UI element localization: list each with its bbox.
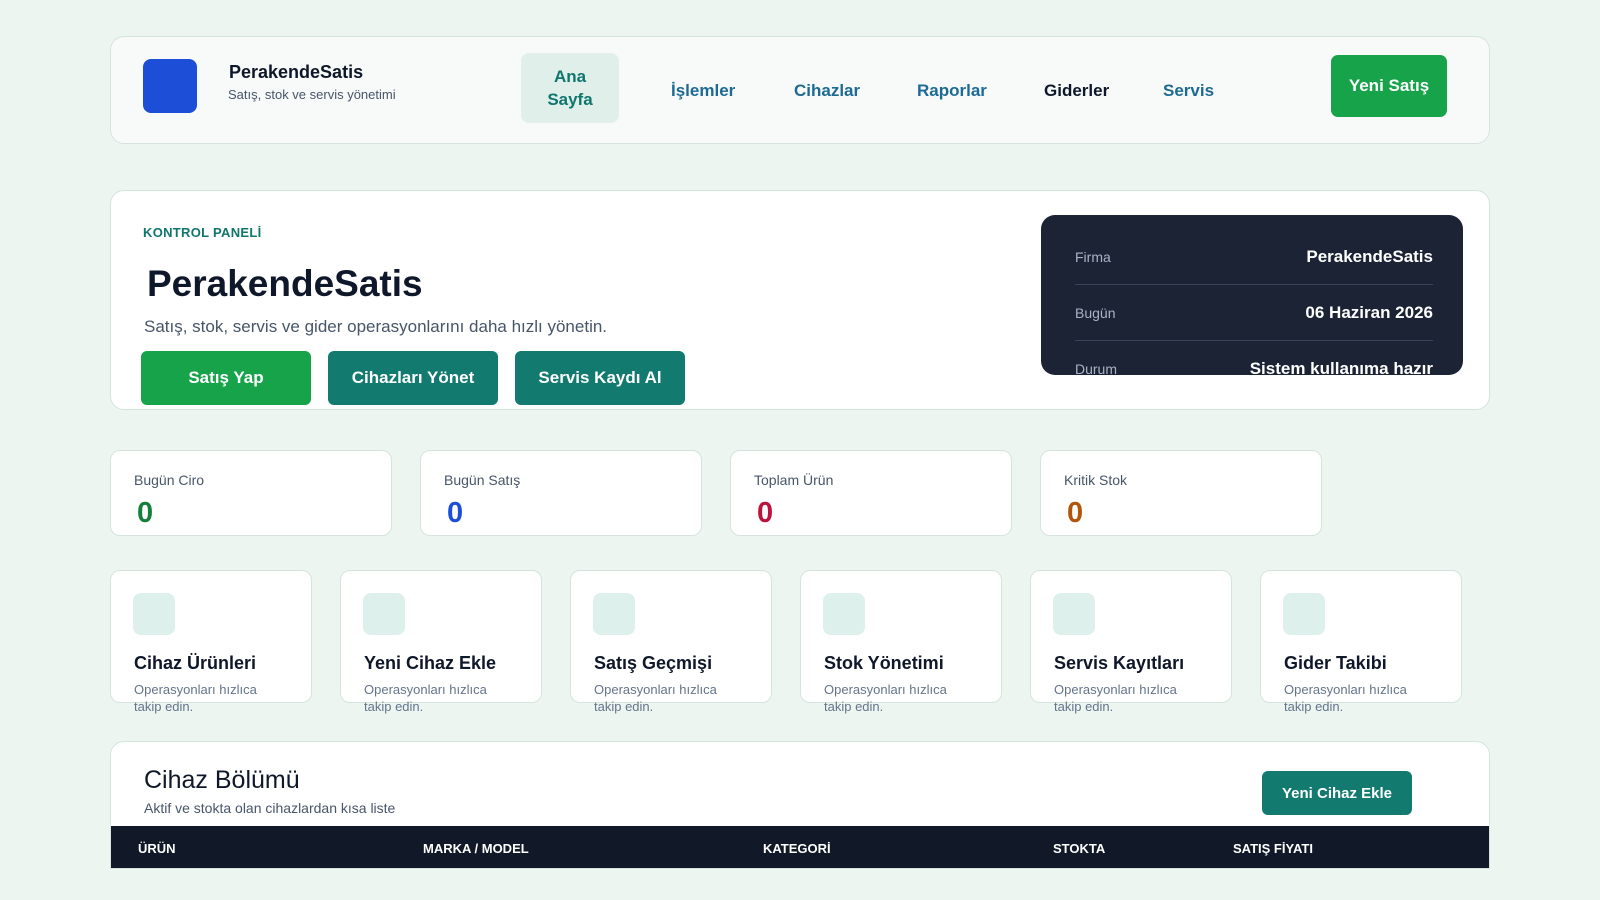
info-value: PerakendeSatis xyxy=(1306,246,1433,266)
stat-card-today-sales: Bugün Satış 0 xyxy=(420,450,702,536)
tile-sales-history[interactable]: Satış Geçmişi Operasyonları hızlıca taki… xyxy=(570,570,772,714)
tile-device-products[interactable]: Cihaz Ürünleri Operasyonları hızlıca tak… xyxy=(110,570,312,714)
stock-management-icon xyxy=(823,593,865,635)
stat-value: 0 xyxy=(447,497,464,529)
tile-description: Operasyonları hızlıca takip edin. xyxy=(134,682,257,714)
add-device-icon xyxy=(363,593,405,635)
brand-name: PerakendeSatis xyxy=(229,62,364,82)
tile-title: Gider Takibi xyxy=(1284,653,1387,673)
tile-title: Stok Yönetimi xyxy=(824,653,944,673)
info-value: 06 Haziran 2026 xyxy=(1305,302,1433,322)
info-row-today: Bugün 06 Haziran 2026 xyxy=(1075,285,1433,341)
tile-title: Satış Geçmişi xyxy=(594,653,713,673)
nav-item-servis[interactable]: Servis xyxy=(1163,37,1214,145)
stat-card-critical-stock: Kritik Stok 0 xyxy=(1040,450,1322,536)
tile-title: Cihaz Ürünleri xyxy=(134,653,257,673)
service-record-button[interactable]: Servis Kaydı Al xyxy=(515,351,685,405)
tile-description: Operasyonları hızlıca takip edin. xyxy=(1284,682,1407,714)
column-header-sale-price[interactable]: SATIŞ FİYATI xyxy=(1233,826,1313,868)
stat-value: 0 xyxy=(757,497,774,529)
tile-expense-tracking[interactable]: Gider Takibi Operasyonları hızlıca takip… xyxy=(1260,570,1462,714)
stat-label: Bugün Ciro xyxy=(134,472,205,488)
stat-card-today-revenue: Bugün Ciro 0 xyxy=(110,450,392,536)
nav-home-link[interactable]: Ana Sayfa xyxy=(521,53,619,123)
section-subtitle: Aktif ve stokta olan cihazlardan kısa li… xyxy=(144,800,396,816)
info-row-company: Firma PerakendeSatis xyxy=(1075,229,1433,285)
tile-description: Operasyonları hızlıca takip edin. xyxy=(364,682,487,714)
brand-subtitle: Satış, stok ve servis yönetimi xyxy=(228,87,396,102)
info-label: Durum xyxy=(1075,360,1118,376)
section-eyebrow: KONTROL PANELİ xyxy=(143,225,262,240)
top-navigation-bar: PerakendeSatis Satış, stok ve servis yön… xyxy=(110,36,1490,144)
service-records-icon xyxy=(1053,593,1095,635)
stat-card-total-products: Toplam Ürün 0 xyxy=(730,450,1012,536)
tile-description: Operasyonları hızlıca takip edin. xyxy=(824,682,947,714)
stat-value: 0 xyxy=(137,497,154,529)
manage-devices-button[interactable]: Cihazları Yönet xyxy=(328,351,498,405)
device-table-header: ÜRÜN MARKA / MODEL KATEGORİ STOKTA SATIŞ… xyxy=(111,826,1489,868)
dashboard-hero-panel: KONTROL PANELİ PerakendeSatis Satış, sto… xyxy=(110,190,1490,410)
nav-item-cihazlar[interactable]: Cihazlar xyxy=(794,37,860,145)
tile-title: Yeni Cihaz Ekle xyxy=(364,653,497,673)
info-value: Sistem kullanıma hazır xyxy=(1249,358,1433,376)
column-header-brand-model[interactable]: MARKA / MODEL xyxy=(423,826,529,868)
info-row-status: Durum Sistem kullanıma hazır xyxy=(1075,341,1433,376)
stat-label: Toplam Ürün xyxy=(754,472,834,488)
column-header-product[interactable]: ÜRÜN xyxy=(138,826,176,868)
tile-title: Servis Kayıtları xyxy=(1054,653,1185,673)
stat-value: 0 xyxy=(1067,497,1084,529)
nav-item-raporlar[interactable]: Raporlar xyxy=(917,37,987,145)
info-label: Firma xyxy=(1075,248,1111,265)
expense-tracking-icon xyxy=(1283,593,1325,635)
stat-label: Kritik Stok xyxy=(1064,472,1128,488)
nav-item-islemler[interactable]: İşlemler xyxy=(671,37,735,145)
page-title: PerakendeSatis xyxy=(147,263,423,304)
app-logo[interactable] xyxy=(143,59,197,113)
page-subtitle: Satış, stok, servis ve gider operasyonla… xyxy=(144,317,608,336)
tile-stock-management[interactable]: Stok Yönetimi Operasyonları hızlıca taki… xyxy=(800,570,1002,714)
make-sale-button[interactable]: Satış Yap xyxy=(141,351,311,405)
tile-add-device[interactable]: Yeni Cihaz Ekle Operasyonları hızlıca ta… xyxy=(340,570,542,714)
tile-description: Operasyonları hızlıca takip edin. xyxy=(1054,682,1177,714)
add-device-button[interactable]: Yeni Cihaz Ekle xyxy=(1262,771,1412,815)
sales-history-icon xyxy=(593,593,635,635)
device-products-icon xyxy=(133,593,175,635)
new-sale-button[interactable]: Yeni Satış xyxy=(1331,55,1447,117)
tile-description: Operasyonları hızlıca takip edin. xyxy=(594,682,717,714)
device-section: Cihaz Bölümü Aktif ve stokta olan cihazl… xyxy=(110,741,1490,869)
tile-service-records[interactable]: Servis Kayıtları Operasyonları hızlıca t… xyxy=(1030,570,1232,714)
section-title: Cihaz Bölümü xyxy=(144,766,300,794)
column-header-category[interactable]: KATEGORİ xyxy=(763,826,831,868)
stat-label: Bugün Satış xyxy=(444,472,521,488)
column-header-in-stock[interactable]: STOKTA xyxy=(1053,826,1105,868)
company-info-card: Firma PerakendeSatis Bugün 06 Haziran 20… xyxy=(1041,215,1463,375)
nav-item-giderler[interactable]: Giderler xyxy=(1044,37,1109,145)
info-label: Bugün xyxy=(1075,304,1116,321)
